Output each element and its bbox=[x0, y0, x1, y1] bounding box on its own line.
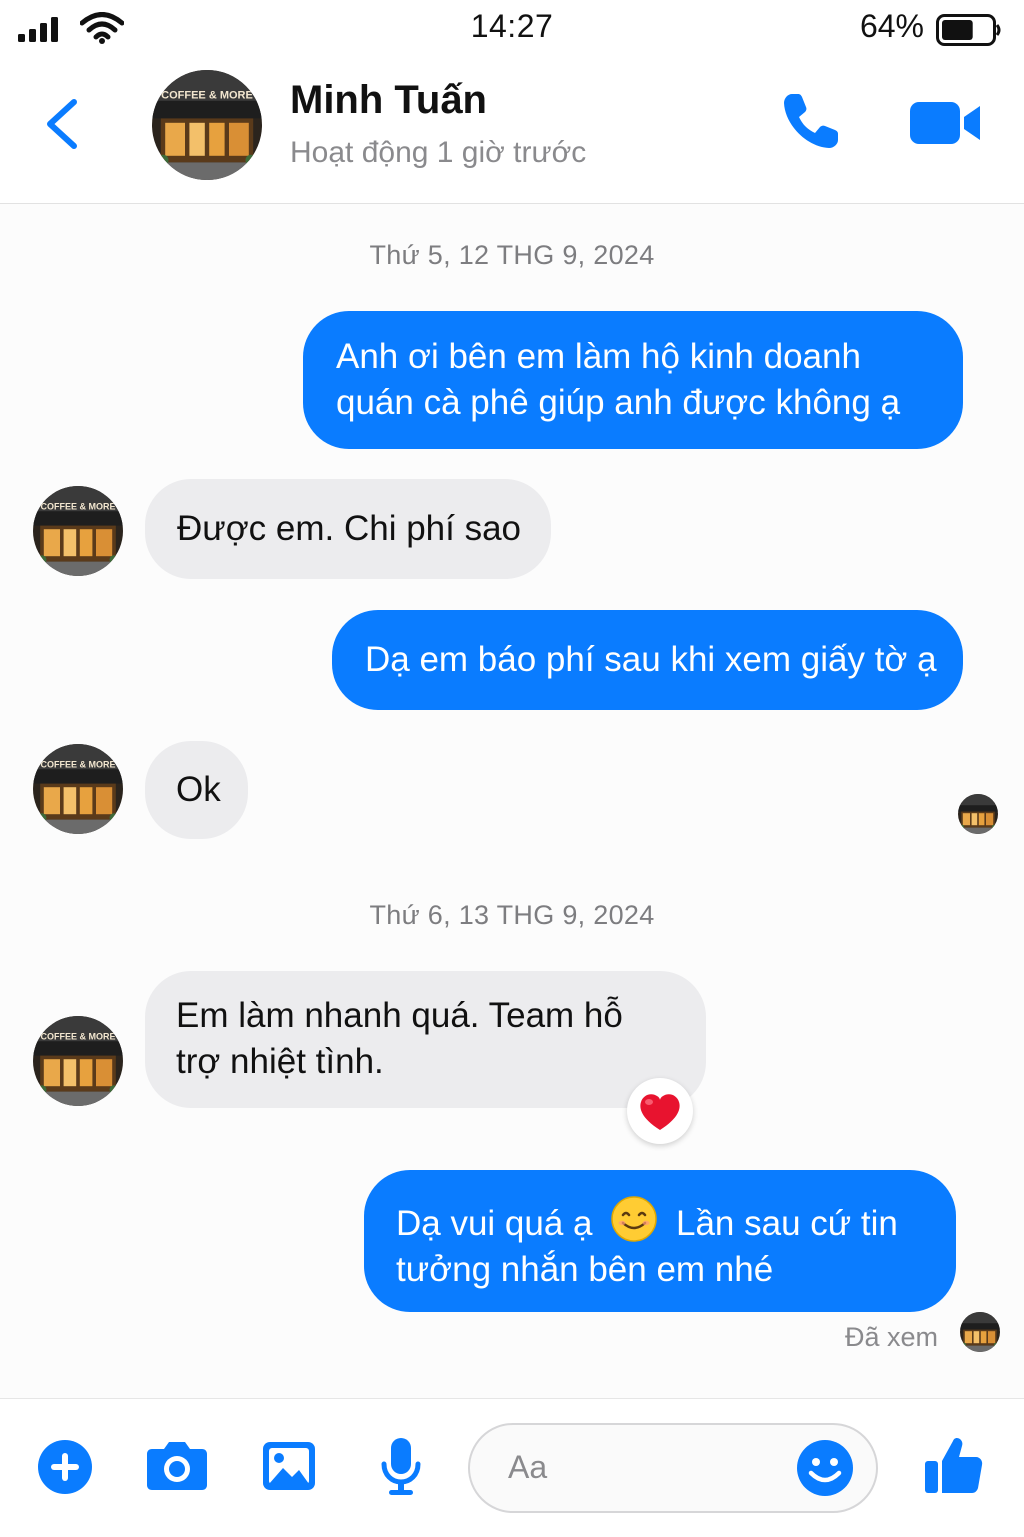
thumbs-up-icon[interactable] bbox=[922, 1435, 984, 1497]
outgoing-message-bubble[interactable]: Dạ em báo phí sau khi xem giấy tờ ạ bbox=[332, 610, 963, 710]
contact-avatar-small[interactable]: COFFEE & MORE bbox=[33, 1016, 123, 1106]
plus-icon[interactable] bbox=[37, 1439, 93, 1495]
date-separator: Thứ 6, 13 THG 9, 2024 bbox=[369, 900, 655, 930]
incoming-message-bubble[interactable]: Em làm nhanh quá. Team hỗ trợ nhiệt tình… bbox=[145, 971, 706, 1108]
contact-avatar-small[interactable]: COFFEE & MORE bbox=[33, 744, 123, 834]
read-receipt-avatar bbox=[960, 1312, 1000, 1352]
incoming-message-bubble[interactable]: Được em. Chi phí sao bbox=[145, 479, 551, 579]
message-input-placeholder: Aa bbox=[508, 1449, 548, 1485]
battery-percentage: 64% bbox=[859, 8, 924, 44]
camera-icon[interactable] bbox=[146, 1439, 208, 1491]
outgoing-message-bubble[interactable]: Anh ơi bên em làm hộ kinh doanh quán cà … bbox=[303, 311, 963, 449]
contact-avatar-small[interactable]: COFFEE & MORE bbox=[33, 486, 123, 576]
avatar-sign-text: COFFEE & MORE bbox=[40, 1031, 115, 1041]
contact-avatar[interactable]: COFFEE & MORE bbox=[152, 70, 262, 180]
emoji-icon[interactable] bbox=[796, 1439, 854, 1497]
incoming-message-bubble[interactable]: Ok bbox=[145, 741, 248, 839]
date-separator: Thứ 5, 12 THG 9, 2024 bbox=[369, 240, 655, 270]
outgoing-message-bubble[interactable]: Dạ vui quá ạ Lần sau cứ tin tưởng nhắn b… bbox=[364, 1170, 956, 1312]
status-bar: 14:27 64% bbox=[0, 0, 1024, 60]
message-thread[interactable]: Thứ 5, 12 THG 9, 2024 Anh ơi bên em làm … bbox=[0, 204, 1024, 1398]
battery-icon bbox=[936, 14, 1001, 46]
read-receipt-avatar bbox=[958, 794, 998, 834]
message-reaction[interactable] bbox=[627, 1078, 693, 1144]
microphone-icon[interactable] bbox=[380, 1437, 422, 1497]
contact-name[interactable]: Minh Tuấn bbox=[290, 78, 487, 123]
avatar-sign-text: COFFEE & MORE bbox=[40, 501, 115, 511]
message-composer: Aa bbox=[0, 1398, 1024, 1537]
heart-icon bbox=[640, 1094, 680, 1130]
seen-status: Đã xem bbox=[844, 1322, 938, 1352]
image-icon[interactable] bbox=[262, 1441, 316, 1491]
phone-call-icon[interactable] bbox=[780, 90, 842, 152]
contact-active-status: Hoạt động 1 giờ trước bbox=[290, 136, 587, 169]
back-arrow-icon[interactable] bbox=[40, 96, 84, 152]
message-text-part: Dạ vui quá ạ bbox=[396, 1204, 593, 1243]
avatar-sign-text: COFFEE & MORE bbox=[40, 759, 115, 769]
conversation-header: COFFEE & MORE Minh Tuấn Hoạt động 1 giờ … bbox=[0, 60, 1024, 204]
message-input[interactable]: Aa bbox=[468, 1423, 878, 1513]
video-call-icon[interactable] bbox=[908, 98, 984, 148]
avatar-sign-text: COFFEE & MORE bbox=[161, 90, 253, 102]
smiling-face-icon bbox=[611, 1196, 658, 1242]
